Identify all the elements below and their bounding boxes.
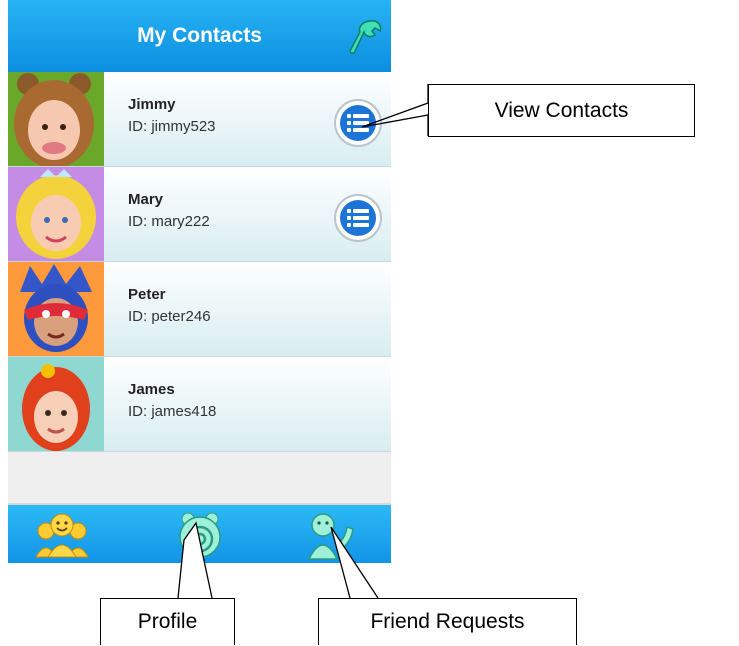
callout-view-contacts: View Contacts bbox=[428, 84, 695, 137]
contact-list: Jimmy ID: jimmy523 Mary ID: mary222 Pete… bbox=[8, 72, 391, 452]
contact-row-mary[interactable]: Mary ID: mary222 bbox=[8, 167, 391, 262]
contact-name: Mary bbox=[128, 191, 164, 208]
wrench-icon[interactable] bbox=[347, 18, 383, 58]
contact-row-jimmy[interactable]: Jimmy ID: jimmy523 bbox=[8, 72, 391, 167]
callout-friend-requests: Friend Requests bbox=[318, 598, 577, 645]
header-bar: My Contacts bbox=[8, 0, 391, 72]
view-contacts-button[interactable] bbox=[333, 98, 383, 148]
page-title: My Contacts bbox=[137, 24, 262, 47]
contact-row-peter[interactable]: Peter ID: peter246 bbox=[8, 262, 391, 357]
princess-avatar bbox=[8, 167, 104, 261]
contact-row-james[interactable]: James ID: james418 bbox=[8, 357, 391, 452]
contact-name: Peter bbox=[128, 286, 166, 303]
friend-requests-icon[interactable] bbox=[301, 509, 357, 561]
tab-bar bbox=[8, 503, 391, 563]
contacts-group-icon[interactable] bbox=[34, 509, 90, 561]
contact-id: ID: peter246 bbox=[128, 308, 211, 325]
contact-id: ID: james418 bbox=[128, 403, 217, 420]
contact-name: Jimmy bbox=[128, 96, 176, 113]
bear-costume-avatar bbox=[8, 72, 104, 166]
view-contacts-button[interactable] bbox=[333, 193, 383, 243]
red-hair-avatar bbox=[8, 357, 104, 451]
contact-id: ID: jimmy523 bbox=[128, 118, 216, 135]
contact-id: ID: mary222 bbox=[128, 213, 210, 230]
superhero-mask-avatar bbox=[8, 262, 104, 356]
phone-screen: My Contacts Jimmy ID: jimmy523 Mary ID: … bbox=[8, 0, 391, 563]
profile-icon[interactable] bbox=[172, 509, 228, 561]
contact-name: James bbox=[128, 381, 175, 398]
callout-profile: Profile bbox=[100, 598, 235, 645]
